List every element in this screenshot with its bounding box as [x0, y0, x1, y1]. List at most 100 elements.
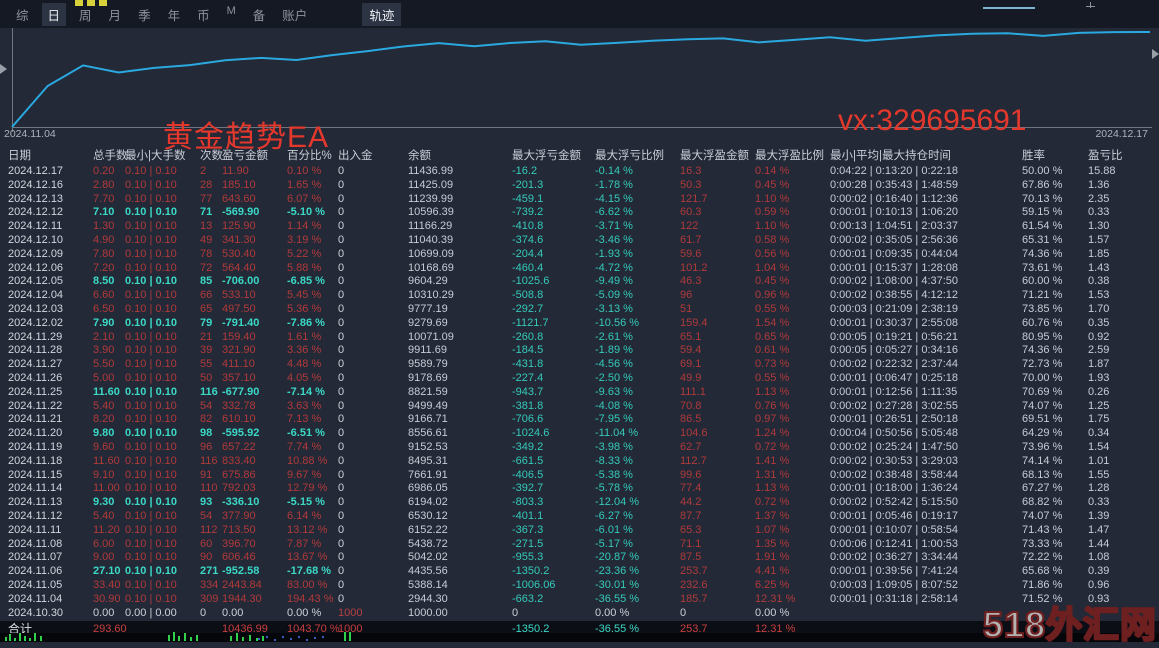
chart-start-date: 2024.11.04 [4, 128, 56, 140]
cell-pnl-percent: 4.05 % [287, 371, 322, 384]
cell-min-max-lots: 0.10 | 0.10 [125, 385, 178, 398]
table-row[interactable]: 2024.11.25 11.60 0.10 | 0.10 116 -677.90 -7.1… [0, 386, 1159, 400]
table-row[interactable]: 2024.12.09 7.80 0.10 | 0.10 78 530.40 5.22 % 0… [0, 248, 1159, 262]
cell-deposit-withdrawal: 0 [338, 192, 345, 205]
cell-min-max-lots: 0.10 | 0.10 [125, 592, 177, 605]
table-row[interactable]: 2024.11.14 11.00 0.10 | 0.10 110 792.03 12.79… [0, 482, 1159, 496]
table-row[interactable]: 2024.11.07 9.00 0.10 | 0.10 90 606.46 13.67 %… [0, 551, 1159, 565]
cell-balance: 10596.39 [408, 206, 454, 219]
cell-win-rate: 74.36 % [1022, 247, 1063, 260]
cell-max-float-profit-ratio: 1.41 % [755, 454, 790, 467]
cell-pnl-percent: 5.45 % [287, 289, 322, 302]
cell-max-float-loss-ratio: -1.89 % [595, 344, 633, 357]
cell-deposit-withdrawal: 1000 [338, 606, 363, 619]
table-row[interactable]: 2024.12.13 7.70 0.10 | 0.10 77 643.60 6.07 % 0… [0, 193, 1159, 207]
table-row[interactable]: 2024.11.15 9.10 0.10 | 0.10 91 675.86 9.67 % 0… [0, 469, 1159, 483]
cell-max-float-profit: 65.3 [680, 523, 702, 536]
cell-max-float-loss: -431.8 [512, 358, 544, 371]
table-row[interactable]: 2024.12.17 0.20 0.10 | 0.10 2 11.90 0.10 % 0 11… [0, 165, 1159, 179]
cell-deposit-withdrawal: 0 [338, 178, 345, 191]
table-row[interactable]: 2024.12.16 2.80 0.10 | 0.10 28 185.10 1.65 % 0… [0, 179, 1159, 193]
table-row[interactable]: 2024.12.04 6.60 0.10 | 0.10 66 533.10 5.45 % 0… [0, 289, 1159, 303]
cell-holding-time: 0:00:01 | 0:26:51 | 2:50:18 [830, 413, 959, 426]
cell-profit-loss-ratio: 2.35 [1088, 192, 1110, 205]
column-header: 日期 [8, 150, 31, 162]
cell-deposit-withdrawal: 0 [338, 413, 345, 426]
cell-win-rate: 71.86 % [1022, 578, 1063, 591]
table-row[interactable]: 2024.11.18 11.60 0.10 | 0.10 116 833.40 10.88… [0, 455, 1159, 469]
table-row[interactable]: 2024.12.06 7.20 0.10 | 0.10 72 564.40 5.88 % 0… [0, 262, 1159, 276]
cell-date: 2024.12.09 [8, 247, 64, 260]
cell-balance: 6194.02 [408, 496, 448, 509]
table-row[interactable]: 2024.12.12 7.10 0.10 | 0.10 71 -569.90 -5.10 … [0, 206, 1159, 220]
table-row[interactable]: 2024.11.08 6.00 0.10 | 0.10 60 396.70 7.87 % 0… [0, 538, 1159, 552]
cell-min-max-lots: 0.10 | 0.10 [125, 496, 178, 509]
cell-max-float-profit: 159.4 [680, 316, 708, 329]
cell-trade-count: 96 [200, 440, 213, 453]
cell-max-float-profit: 111.1 [680, 385, 706, 398]
cell-max-float-loss-ratio: 0.00 % [595, 606, 630, 619]
cell-holding-time: 0:00:02 | 0:38:48 | 3:58:44 [830, 468, 959, 481]
cell-max-float-loss-ratio: -1.93 % [595, 247, 633, 260]
tab-备[interactable]: 备 [249, 3, 270, 26]
cell-max-float-loss-ratio: -5.09 % [595, 289, 633, 302]
table-row[interactable]: 2024.11.05 33.40 0.10 | 0.10 334 2443.84 83.0… [0, 579, 1159, 593]
column-header: 余额 [408, 150, 431, 162]
cell-win-rate: 64.29 % [1022, 427, 1063, 440]
table-row[interactable]: 2024.11.22 5.40 0.10 | 0.10 54 332.78 3.63 % 0… [0, 400, 1159, 414]
table-row[interactable]: 2024.11.26 5.00 0.10 | 0.10 50 357.10 4.05 % 0… [0, 372, 1159, 386]
plus-icon [1086, 2, 1095, 8]
trace-button[interactable]: 轨迹 [362, 2, 402, 26]
table-row[interactable]: 2024.11.27 5.50 0.10 | 0.10 55 411.10 4.48 % 0… [0, 358, 1159, 372]
tab-季[interactable]: 季 [134, 3, 155, 26]
tab-M[interactable]: M [223, 3, 240, 26]
cell-holding-time: 0:00:01 | 0:06:47 | 0:25:18 [830, 371, 959, 384]
table-row[interactable]: 2024.12.05 8.50 0.10 | 0.10 85 -706.00 -6.85 … [0, 275, 1159, 289]
cell-max-float-loss-ratio: -4.08 % [595, 399, 633, 412]
table-row[interactable]: 2024.11.06 27.10 0.10 | 0.10 271 -952.58 -17.… [0, 565, 1159, 579]
cell-max-float-loss-ratio: -2.61 % [595, 330, 633, 343]
cell-min-max-lots: 0.10 | 0.10 [125, 316, 178, 329]
table-row[interactable]: 2024.11.11 11.20 0.10 | 0.10 112 713.50 13.12… [0, 524, 1159, 538]
table-row[interactable]: 2024.11.29 2.10 0.10 | 0.10 21 159.40 1.61 % 0… [0, 331, 1159, 345]
table-row[interactable]: 2024.12.11 1.30 0.10 | 0.10 13 125.90 1.14 % 0… [0, 220, 1159, 234]
cell-max-float-profit-ratio: 1.35 % [755, 537, 790, 550]
cell-max-float-profit-ratio: 0.56 % [755, 247, 790, 260]
cell-trade-count: 93 [200, 496, 213, 509]
table-row[interactable]: 2024.11.20 9.80 0.10 | 0.10 98 -595.92 -6.51 … [0, 427, 1159, 441]
cell-max-float-profit: 16.3 [680, 165, 702, 177]
cell-date: 2024.10.30 [8, 606, 64, 619]
table-row[interactable]: 2024.11.21 8.20 0.10 | 0.10 82 610.10 7.13 % 0… [0, 413, 1159, 427]
cell-max-float-loss-ratio: -5.78 % [595, 482, 633, 495]
cell-date: 2024.11.22 [8, 399, 63, 412]
tab-日[interactable]: 日 [41, 2, 67, 26]
cell-total-lots: 11.20 [93, 523, 120, 536]
cell-max-float-profit: 104.6 [680, 427, 708, 440]
tab-综[interactable]: 综 [12, 3, 33, 26]
cell-trade-count: 0 [200, 606, 207, 619]
cell-pnl-percent: 5.88 % [287, 261, 322, 274]
tab-币[interactable]: 币 [193, 3, 214, 26]
tab-年[interactable]: 年 [164, 3, 185, 26]
cell-max-float-profit: 46.3 [680, 275, 702, 288]
tab-账户[interactable]: 账户 [278, 3, 311, 26]
cell-pnl-amount: 185.10 [222, 178, 256, 191]
cell-pnl-percent: 5.36 % [287, 302, 322, 315]
cell-win-rate: 73.96 % [1022, 440, 1063, 453]
table-row[interactable]: 2024.11.13 9.30 0.10 | 0.10 93 -336.10 -5.15 … [0, 496, 1159, 510]
cell-holding-time: 0:00:01 | 0:15:37 | 1:28:08 [830, 261, 959, 274]
cell-total-lots: 11.60 [93, 454, 120, 467]
table-row[interactable]: 2024.11.12 5.40 0.10 | 0.10 54 377.90 6.14 % 0… [0, 510, 1159, 524]
table-row[interactable]: 2024.12.10 4.90 0.10 | 0.10 49 341.30 3.19 % 0… [0, 234, 1159, 248]
cell-max-float-loss: -367.3 [512, 523, 544, 536]
table-row[interactable]: 2024.11.19 9.60 0.10 | 0.10 96 657.22 7.74 % 0… [0, 441, 1159, 455]
table-row[interactable]: 2024.12.03 6.50 0.10 | 0.10 65 497.50 5.36 % 0… [0, 303, 1159, 317]
cell-profit-loss-ratio: 0.26 [1088, 385, 1110, 398]
cell-profit-loss-ratio: 0.34 [1088, 427, 1110, 440]
table-row[interactable]: 2024.11.28 3.90 0.10 | 0.10 39 321.90 3.36 % 0… [0, 344, 1159, 358]
cell-date: 2024.11.25 [8, 385, 63, 398]
cell-pnl-amount: -791.40 [222, 316, 260, 329]
table-row[interactable]: 2024.12.02 7.90 0.10 | 0.10 79 -791.40 -7.86 … [0, 317, 1159, 331]
cell-date: 2024.12.10 [8, 233, 64, 246]
column-header: 百分比% [287, 150, 332, 162]
